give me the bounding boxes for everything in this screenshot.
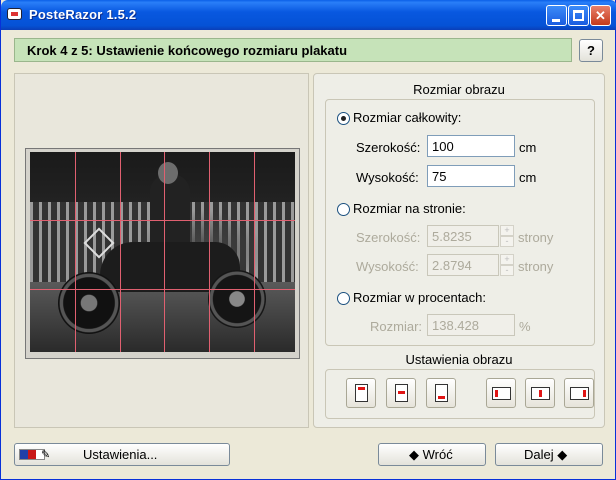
align-center-button[interactable] bbox=[386, 378, 416, 408]
absolute-width-label: Szerokość: bbox=[356, 140, 421, 155]
pages-width-unit: strony bbox=[518, 230, 554, 245]
settings-button[interactable]: ✎ Ustawienia... bbox=[14, 443, 230, 466]
step-header: Krok 4 z 5: Ustawienie końcowego rozmiar… bbox=[14, 38, 572, 62]
pages-height-spinner[interactable]: + - bbox=[500, 254, 514, 276]
image-settings-heading: Ustawienia obrazu bbox=[405, 352, 513, 367]
back-button-label: ◆ Wróć bbox=[409, 447, 453, 462]
absolute-height-label: Wysokość: bbox=[356, 170, 419, 185]
page-grid-line bbox=[254, 152, 255, 352]
settings-pane: Rozmiar obrazu Rozmiar całkowity: Szerok… bbox=[313, 73, 605, 428]
image-front-wheel bbox=[208, 270, 266, 328]
main-window: PosteRazor 1.5.2 Krok 4 z 5: Ustawienie … bbox=[0, 0, 616, 480]
align-middle-button[interactable] bbox=[525, 378, 555, 408]
poster-paper bbox=[25, 148, 300, 359]
step-title: Krok 4 z 5: Ustawienie końcowego rozmiar… bbox=[27, 43, 348, 58]
pages-width-label: Szerokość: bbox=[356, 230, 421, 245]
align-right-icon bbox=[583, 390, 586, 397]
poster-image bbox=[30, 152, 295, 352]
settings-button-label: Ustawienia... bbox=[83, 447, 158, 462]
absolute-size-radio[interactable] bbox=[337, 112, 350, 125]
pages-size-radio[interactable] bbox=[337, 203, 350, 216]
wrench-icon: ✎ bbox=[41, 449, 51, 461]
spin-down-icon[interactable]: - bbox=[500, 265, 514, 276]
spin-up-icon[interactable]: + bbox=[500, 254, 514, 265]
page-grid-line bbox=[209, 152, 210, 352]
align-right-button[interactable] bbox=[564, 378, 594, 408]
align-left-button[interactable] bbox=[486, 378, 516, 408]
spin-up-icon[interactable]: + bbox=[500, 225, 514, 236]
align-left-icon bbox=[495, 390, 498, 397]
page-grid-line bbox=[30, 220, 295, 221]
next-button-label: Dalej ◆ bbox=[524, 447, 568, 462]
pages-width-spinner[interactable]: + - bbox=[500, 225, 514, 247]
align-bottom-icon bbox=[438, 396, 445, 399]
poster-preview-pane bbox=[14, 73, 309, 428]
percent-size-label: Rozmiar w procentach: bbox=[353, 290, 486, 305]
pages-size-label: Rozmiar na stronie: bbox=[353, 201, 466, 216]
page-grid-line bbox=[30, 289, 295, 290]
image-rider-head bbox=[158, 162, 178, 184]
pages-height-label: Wysokość: bbox=[356, 259, 419, 274]
pages-height-unit: strony bbox=[518, 259, 554, 274]
percent-size-radio[interactable] bbox=[337, 292, 350, 305]
close-button[interactable] bbox=[590, 5, 611, 26]
absolute-size-label: Rozmiar całkowity: bbox=[353, 110, 462, 125]
next-button[interactable]: Dalej ◆ bbox=[495, 443, 603, 466]
percent-size-value-label: Rozmiar: bbox=[370, 319, 423, 334]
image-size-group: Rozmiar całkowity: Szerokość: cm Wysokoś… bbox=[325, 99, 595, 346]
maximize-button[interactable] bbox=[568, 5, 589, 26]
window-title: PosteRazor 1.5.2 bbox=[29, 7, 137, 22]
align-top-button[interactable] bbox=[346, 378, 376, 408]
image-size-heading: Rozmiar obrazu bbox=[413, 82, 505, 97]
minimize-button[interactable] bbox=[546, 5, 567, 26]
align-center-icon bbox=[398, 391, 405, 394]
absolute-width-unit: cm bbox=[519, 140, 537, 155]
page-grid-line bbox=[75, 152, 76, 352]
page-icon bbox=[435, 384, 448, 402]
page-icon bbox=[570, 387, 589, 400]
align-bottom-button[interactable] bbox=[426, 378, 456, 408]
percent-size-unit: % bbox=[519, 319, 531, 334]
image-alignment-group bbox=[325, 369, 595, 419]
spin-down-icon[interactable]: - bbox=[500, 236, 514, 247]
absolute-height-unit: cm bbox=[519, 170, 537, 185]
absolute-width-input[interactable] bbox=[427, 135, 515, 157]
title-bar[interactable]: PosteRazor 1.5.2 bbox=[1, 0, 616, 30]
pages-width-input[interactable] bbox=[427, 225, 499, 247]
page-grid-line bbox=[120, 152, 121, 352]
percent-size-input[interactable] bbox=[427, 314, 515, 336]
align-middle-icon bbox=[539, 390, 542, 397]
pages-height-input[interactable] bbox=[427, 254, 499, 276]
image-rear-wheel bbox=[58, 272, 120, 334]
page-grid-line bbox=[164, 152, 165, 352]
absolute-height-input[interactable] bbox=[427, 165, 515, 187]
help-button[interactable]: ? bbox=[579, 39, 603, 62]
app-icon bbox=[7, 8, 22, 20]
align-top-icon bbox=[358, 387, 365, 390]
back-button[interactable]: ◆ Wróć bbox=[378, 443, 486, 466]
